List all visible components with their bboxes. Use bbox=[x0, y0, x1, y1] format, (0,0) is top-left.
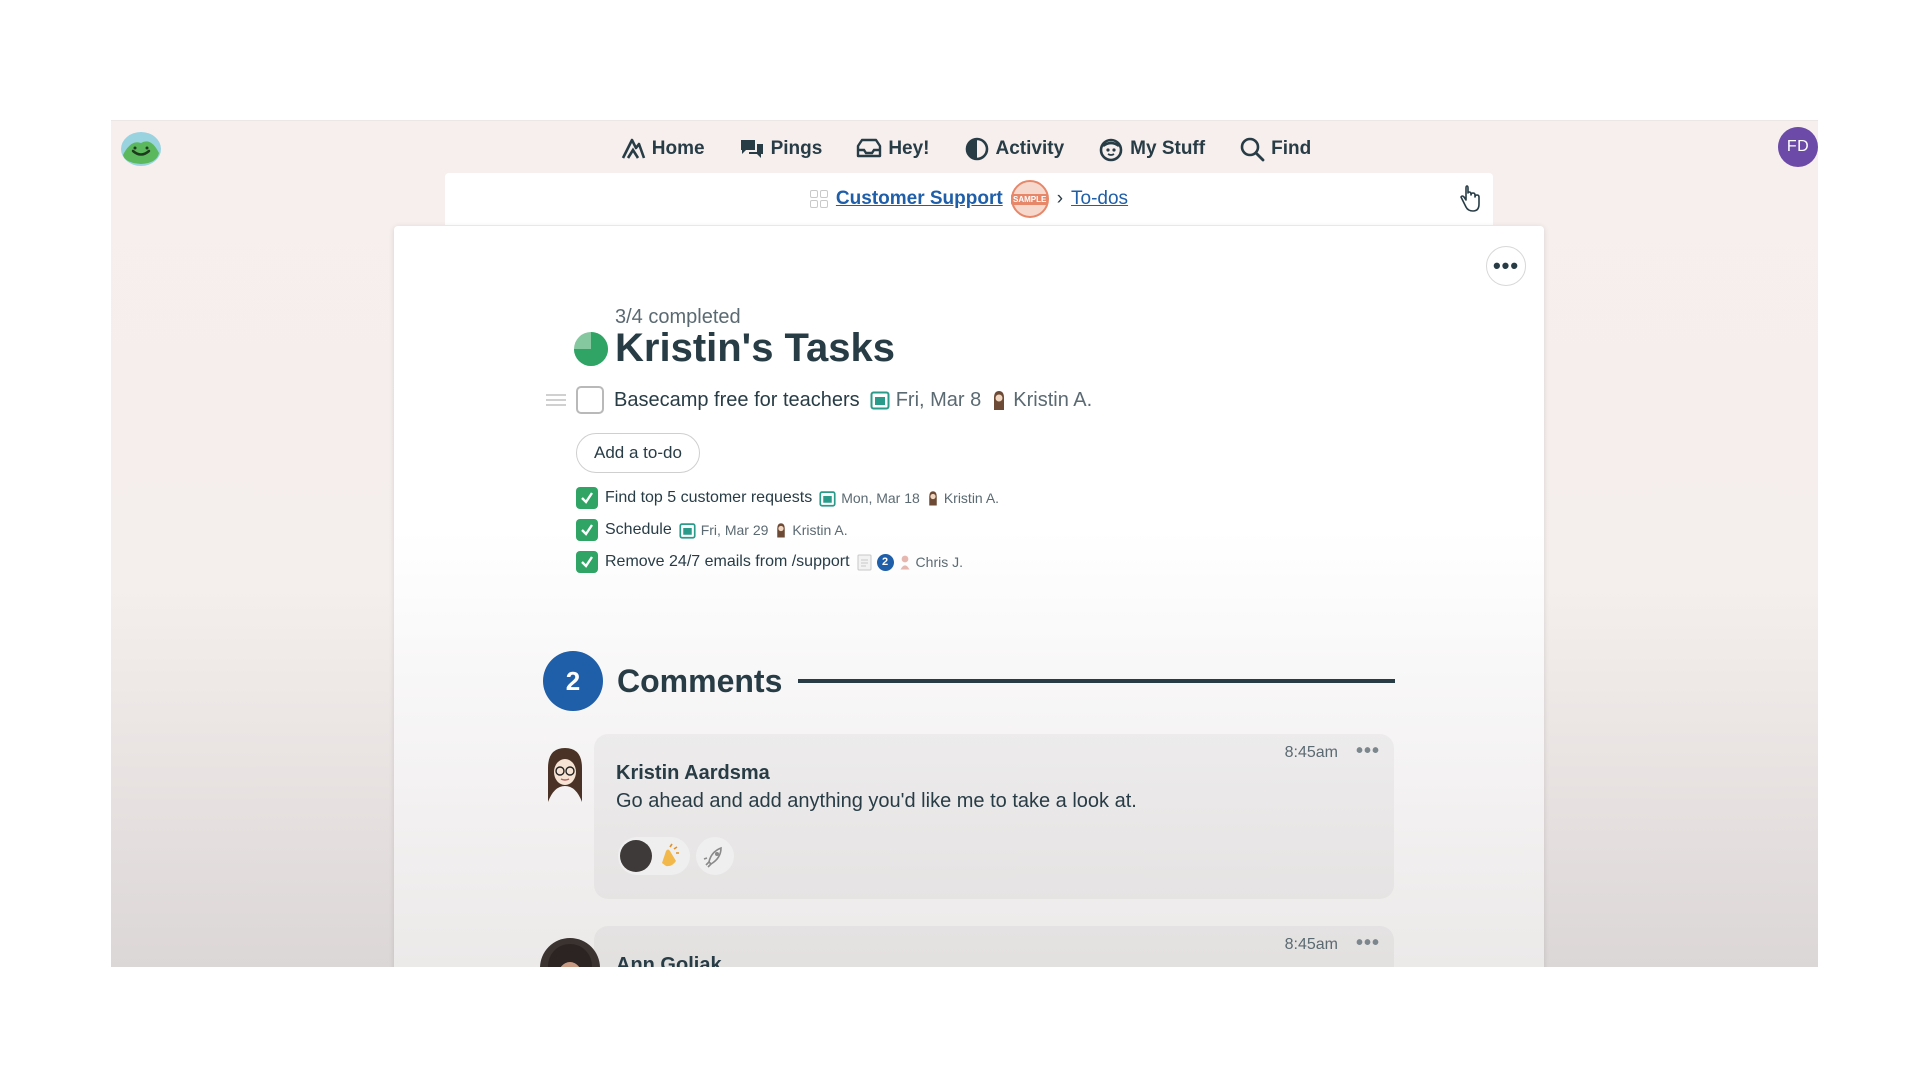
todo-list-title: Kristin's Tasks bbox=[615, 326, 895, 370]
nav-home-label: Home bbox=[651, 138, 705, 159]
person-avatar-icon bbox=[777, 523, 786, 538]
comment-time: 8:45am bbox=[1284, 744, 1338, 761]
completed-todo-due-date: Mon, Mar 18 bbox=[841, 490, 920, 506]
completed-todo-due: Mon, Mar 18 bbox=[819, 490, 920, 507]
calendar-icon bbox=[819, 490, 836, 507]
user-initials: FD bbox=[1786, 138, 1810, 155]
nav-my-stuff[interactable]: My Stuff bbox=[1098, 130, 1205, 168]
completed-todos: Find top 5 customer requests Mon, Mar 18… bbox=[576, 486, 999, 574]
nav-home[interactable]: Home bbox=[620, 130, 705, 168]
comment-time: 8:45am bbox=[1284, 936, 1338, 953]
nav-pings-label: Pings bbox=[770, 138, 823, 159]
todo-due: Fri, Mar 8 bbox=[870, 388, 982, 412]
completed-todo-extras: 2 Chris J. bbox=[857, 553, 963, 571]
activity-icon bbox=[965, 137, 988, 161]
comment-options-button[interactable]: ••• bbox=[1356, 932, 1380, 955]
completed-todo-assignee-name: Chris J. bbox=[915, 554, 963, 570]
rocket-icon bbox=[703, 846, 722, 868]
nav-activity-label: Activity bbox=[995, 138, 1065, 159]
completed-todo-due-date: Fri, Mar 29 bbox=[700, 522, 769, 538]
comment-author[interactable]: Kristin Aardsma bbox=[616, 762, 770, 785]
drag-handle-icon[interactable] bbox=[546, 394, 566, 406]
person-avatar-icon bbox=[994, 391, 1005, 410]
completed-todo-assignee-name: Kristin A. bbox=[943, 490, 1000, 506]
comment: 8:45am ••• Ann Goliak bbox=[540, 926, 1394, 967]
nav-activity[interactable]: Activity bbox=[964, 130, 1065, 168]
checked-checkbox-icon[interactable] bbox=[576, 551, 598, 573]
pings-icon bbox=[740, 140, 763, 158]
boost[interactable] bbox=[618, 837, 690, 875]
top-navigation: Home Pings Hey! Activity My Stuff Find bbox=[111, 130, 1818, 168]
nav-hey[interactable]: Hey! bbox=[856, 130, 930, 168]
completed-todo-item: Remove 24/7 emails from /support 2 Chris… bbox=[576, 550, 999, 574]
project-grid-icon bbox=[809, 190, 828, 208]
comments-divider bbox=[798, 679, 1395, 683]
breadcrumb-section-link[interactable]: To-dos bbox=[1071, 188, 1128, 210]
todo-checkbox[interactable] bbox=[576, 386, 604, 414]
kristin-avatar[interactable] bbox=[540, 746, 590, 804]
nav-find-label: Find bbox=[1271, 138, 1312, 159]
comment-options-button[interactable]: ••• bbox=[1356, 740, 1380, 763]
boosts bbox=[618, 837, 734, 875]
nav-my-stuff-label: My Stuff bbox=[1130, 138, 1206, 159]
user-avatar[interactable]: FD bbox=[1778, 127, 1818, 167]
add-boost-button[interactable] bbox=[696, 837, 734, 875]
comments-heading: Comments bbox=[617, 662, 783, 699]
comments-count-badge: 2 bbox=[543, 651, 603, 711]
nav-find[interactable]: Find bbox=[1239, 130, 1311, 168]
my-stuff-icon bbox=[1099, 138, 1123, 162]
ann-avatar[interactable] bbox=[540, 938, 600, 967]
nav-pings[interactable]: Pings bbox=[739, 130, 823, 168]
breadcrumb-separator: › bbox=[1056, 188, 1064, 209]
completed-todo-item: Find top 5 customer requests Mon, Mar 18… bbox=[576, 486, 999, 510]
completed-todo-assignee: Kristin A. bbox=[927, 490, 999, 506]
search-icon bbox=[1240, 137, 1265, 162]
breadcrumb-project-link[interactable]: Customer Support bbox=[836, 188, 1003, 210]
todo-list-card: ••• 3/4 completed Kristin's Tasks Baseca… bbox=[394, 226, 1544, 967]
person-avatar-icon bbox=[900, 555, 910, 570]
comment-body: Go ahead and add anything you'd like me … bbox=[616, 790, 1137, 812]
hand-cursor-icon bbox=[1460, 185, 1480, 212]
completed-todo-item: Schedule Fri, Mar 29 Kristin A. bbox=[576, 518, 999, 542]
boost-author-avatar bbox=[620, 840, 652, 872]
clapping-hands-icon bbox=[662, 843, 679, 867]
breadcrumb: Customer Support SAMPLE › To-dos bbox=[445, 173, 1493, 225]
todo-item: Basecamp free for teachers Fri, Mar 8 Kr… bbox=[546, 386, 1092, 414]
completed-todo-title[interactable]: Schedule bbox=[605, 521, 672, 539]
add-todo-button[interactable]: Add a to-do bbox=[576, 433, 700, 473]
card-options-button[interactable]: ••• bbox=[1486, 246, 1526, 286]
todo-title[interactable]: Basecamp free for teachers bbox=[614, 389, 860, 412]
sample-badge: SAMPLE bbox=[1010, 180, 1049, 218]
calendar-icon bbox=[870, 391, 890, 410]
completed-todo-due: Fri, Mar 29 bbox=[679, 522, 769, 539]
checked-checkbox-icon[interactable] bbox=[576, 487, 598, 509]
todo-assignee: Kristin A. bbox=[991, 389, 1092, 412]
comment: 8:45am ••• Kristin Aardsma Go ahead and … bbox=[548, 734, 1394, 899]
sample-badge-label: SAMPLE bbox=[1011, 193, 1049, 205]
notes-icon bbox=[857, 554, 872, 570]
nav-hey-label: Hey! bbox=[888, 138, 930, 159]
todo-due-date: Fri, Mar 8 bbox=[895, 388, 982, 411]
completed-todo-title[interactable]: Remove 24/7 emails from /support bbox=[605, 553, 850, 571]
completed-todo-assignee-name: Kristin A. bbox=[792, 522, 848, 538]
hey-inbox-icon bbox=[857, 138, 882, 158]
comment-author[interactable]: Ann Goliak bbox=[616, 954, 722, 967]
completed-todo-title[interactable]: Find top 5 customer requests bbox=[605, 489, 812, 507]
home-icon bbox=[621, 138, 646, 159]
comment-count-badge[interactable]: 2 bbox=[876, 553, 894, 571]
calendar-icon bbox=[679, 522, 696, 539]
completed-todo-assignee: Kristin A. bbox=[775, 522, 848, 538]
todo-assignee-name: Kristin A. bbox=[1013, 388, 1093, 411]
basecamp-window: Home Pings Hey! Activity My Stuff Find F… bbox=[111, 120, 1818, 967]
comments-header: 2 Comments bbox=[543, 651, 1395, 711]
checked-checkbox-icon[interactable] bbox=[576, 519, 598, 541]
progress-pie-icon bbox=[574, 332, 608, 366]
person-avatar-icon bbox=[929, 491, 937, 506]
